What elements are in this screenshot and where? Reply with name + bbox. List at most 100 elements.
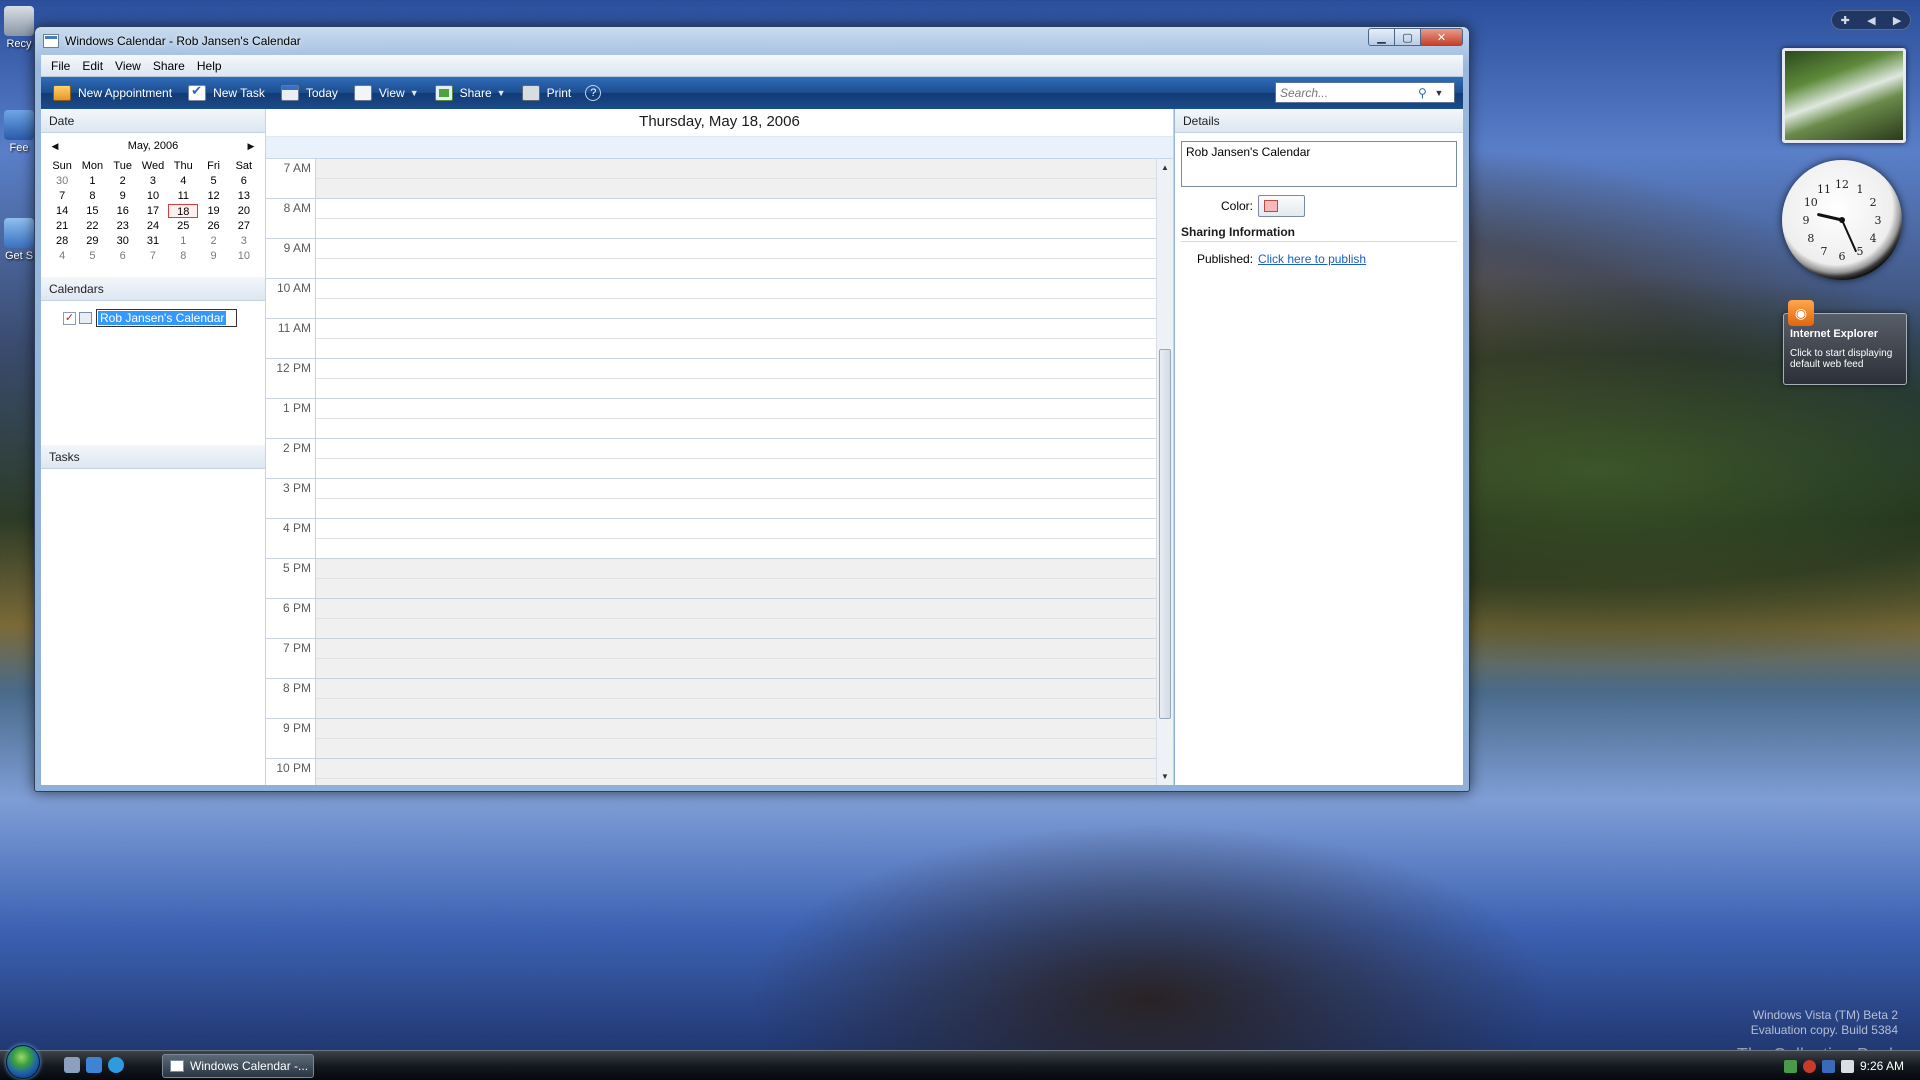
new-appointment-button[interactable]: New Appointment	[45, 80, 180, 106]
taskbar-button-windows-calendar[interactable]: Windows Calendar -...	[162, 1054, 314, 1078]
all-day-events-area[interactable]	[266, 137, 1173, 159]
mini-calendar-day[interactable]: 3	[229, 234, 259, 248]
hour-row[interactable]: 6 PM	[266, 599, 1156, 639]
half-hour-slot[interactable]	[316, 459, 1156, 478]
mini-calendar-day[interactable]: 11	[168, 189, 198, 203]
time-slots[interactable]	[316, 519, 1156, 558]
hour-row[interactable]: 10 AM	[266, 279, 1156, 319]
previous-month-icon[interactable]: ◀	[49, 141, 61, 152]
hour-row[interactable]: 10 PM	[266, 759, 1156, 785]
mini-calendar-day[interactable]: 14	[47, 204, 77, 218]
half-hour-slot[interactable]	[316, 759, 1156, 779]
half-hour-slot[interactable]	[316, 359, 1156, 379]
scroll-down-icon[interactable]: ▼	[1157, 768, 1173, 785]
time-slots[interactable]	[316, 559, 1156, 598]
hour-row[interactable]: 9 PM	[266, 719, 1156, 759]
half-hour-slot[interactable]	[316, 339, 1156, 358]
maximize-button[interactable]: ▢	[1394, 28, 1421, 46]
view-button[interactable]: View ▼	[346, 80, 427, 106]
hour-row[interactable]: 3 PM	[266, 479, 1156, 519]
start-button[interactable]	[6, 1045, 40, 1079]
search-input[interactable]	[1276, 83, 1416, 102]
mini-calendar-day[interactable]: 8	[168, 249, 198, 263]
language-icon[interactable]	[1821, 1059, 1835, 1073]
print-button[interactable]: Print	[514, 80, 580, 106]
scroll-up-icon[interactable]: ▲	[1157, 159, 1173, 176]
half-hour-slot[interactable]	[316, 439, 1156, 459]
mini-calendar-day[interactable]: 4	[47, 249, 77, 263]
half-hour-slot[interactable]	[316, 199, 1156, 219]
mini-calendar-day[interactable]: 7	[138, 249, 168, 263]
share-button[interactable]: Share ▼	[427, 80, 514, 106]
time-slots[interactable]	[316, 439, 1156, 478]
mini-calendar-day[interactable]: 2	[198, 234, 228, 248]
half-hour-slot[interactable]	[316, 739, 1156, 758]
hour-row[interactable]: 4 PM	[266, 519, 1156, 559]
mini-calendar-day[interactable]: 15	[77, 204, 107, 218]
time-slots[interactable]	[316, 759, 1156, 785]
scrollbar-thumb[interactable]	[1159, 349, 1171, 719]
mini-calendar-day[interactable]: 4	[168, 174, 198, 188]
half-hour-slot[interactable]	[316, 299, 1156, 318]
hour-row[interactable]: 7 AM	[266, 159, 1156, 199]
menu-edit[interactable]: Edit	[76, 57, 109, 75]
hour-row[interactable]: 2 PM	[266, 439, 1156, 479]
half-hour-slot[interactable]	[316, 519, 1156, 539]
mini-calendar-day[interactable]: 27	[229, 219, 259, 233]
search-icon[interactable]: ⚲	[1418, 86, 1432, 100]
next-gadget-icon[interactable]: ▶	[1893, 14, 1901, 27]
day-view-scrollbar[interactable]: ▲ ▼	[1156, 159, 1173, 785]
mini-calendar-day[interactable]: 7	[47, 189, 77, 203]
search-options-chevron-icon[interactable]: ▼	[1432, 88, 1446, 98]
mini-calendar-day[interactable]: 30	[47, 174, 77, 188]
mini-calendar-day[interactable]: 19	[198, 204, 228, 218]
time-slots[interactable]	[316, 599, 1156, 638]
security-alert-icon[interactable]	[1802, 1059, 1816, 1073]
half-hour-slot[interactable]	[316, 539, 1156, 558]
hour-row[interactable]: 5 PM	[266, 559, 1156, 599]
time-slots[interactable]	[316, 679, 1156, 718]
time-slots[interactable]	[316, 239, 1156, 278]
time-slots[interactable]	[316, 279, 1156, 318]
internet-explorer-icon[interactable]	[108, 1057, 124, 1073]
half-hour-slot[interactable]	[316, 219, 1156, 238]
mini-calendar-day[interactable]: 28	[47, 234, 77, 248]
mini-calendar-day[interactable]: 6	[229, 174, 259, 188]
switch-windows-icon[interactable]	[86, 1057, 102, 1073]
time-slots[interactable]	[316, 199, 1156, 238]
publish-link[interactable]: Click here to publish	[1258, 252, 1366, 266]
mini-calendar-day[interactable]: 5	[77, 249, 107, 263]
calendar-visibility-checkbox[interactable]: ✓	[63, 311, 76, 325]
slideshow-gadget[interactable]	[1782, 48, 1906, 143]
feed-headlines-gadget[interactable]: ◉ Internet Explorer Click to start displ…	[1783, 300, 1907, 385]
desktop-icon-get-started[interactable]: Get S	[2, 218, 36, 262]
next-month-icon[interactable]: ▶	[245, 141, 257, 152]
calendar-name-edit[interactable]: Rob Jansen's Calendar	[96, 309, 238, 327]
half-hour-slot[interactable]	[316, 699, 1156, 718]
close-button[interactable]: ✕	[1420, 28, 1463, 46]
half-hour-slot[interactable]	[316, 479, 1156, 499]
mini-calendar-day[interactable]: 16	[108, 204, 138, 218]
mini-calendar-day[interactable]: 9	[108, 189, 138, 203]
mini-calendar-day[interactable]: 21	[47, 219, 77, 233]
mini-calendar-day[interactable]: 2	[108, 174, 138, 188]
mini-calendar-day[interactable]: 22	[77, 219, 107, 233]
clock-gadget[interactable]: 1 2 3 4 5 6 7 8 9 10 11 12	[1782, 160, 1902, 280]
mini-calendar-day[interactable]: 31	[138, 234, 168, 248]
mini-calendar-day[interactable]: 24	[138, 219, 168, 233]
time-slots[interactable]	[316, 399, 1156, 438]
mini-calendar-day[interactable]: 8	[77, 189, 107, 203]
mini-calendar-day[interactable]: 1	[168, 234, 198, 248]
half-hour-slot[interactable]	[316, 419, 1156, 438]
today-button[interactable]: Today	[273, 80, 346, 106]
network-icon[interactable]	[1783, 1059, 1797, 1073]
half-hour-slot[interactable]	[316, 379, 1156, 398]
add-gadget-icon[interactable]: ✚	[1841, 14, 1850, 27]
hour-row[interactable]: 1 PM	[266, 399, 1156, 439]
color-picker-button[interactable]	[1258, 195, 1306, 217]
show-desktop-icon[interactable]	[64, 1057, 80, 1073]
hour-row[interactable]: 9 AM	[266, 239, 1156, 279]
half-hour-slot[interactable]	[316, 259, 1156, 278]
hour-row[interactable]: 12 PM	[266, 359, 1156, 399]
mini-calendar-day[interactable]: 5	[198, 174, 228, 188]
